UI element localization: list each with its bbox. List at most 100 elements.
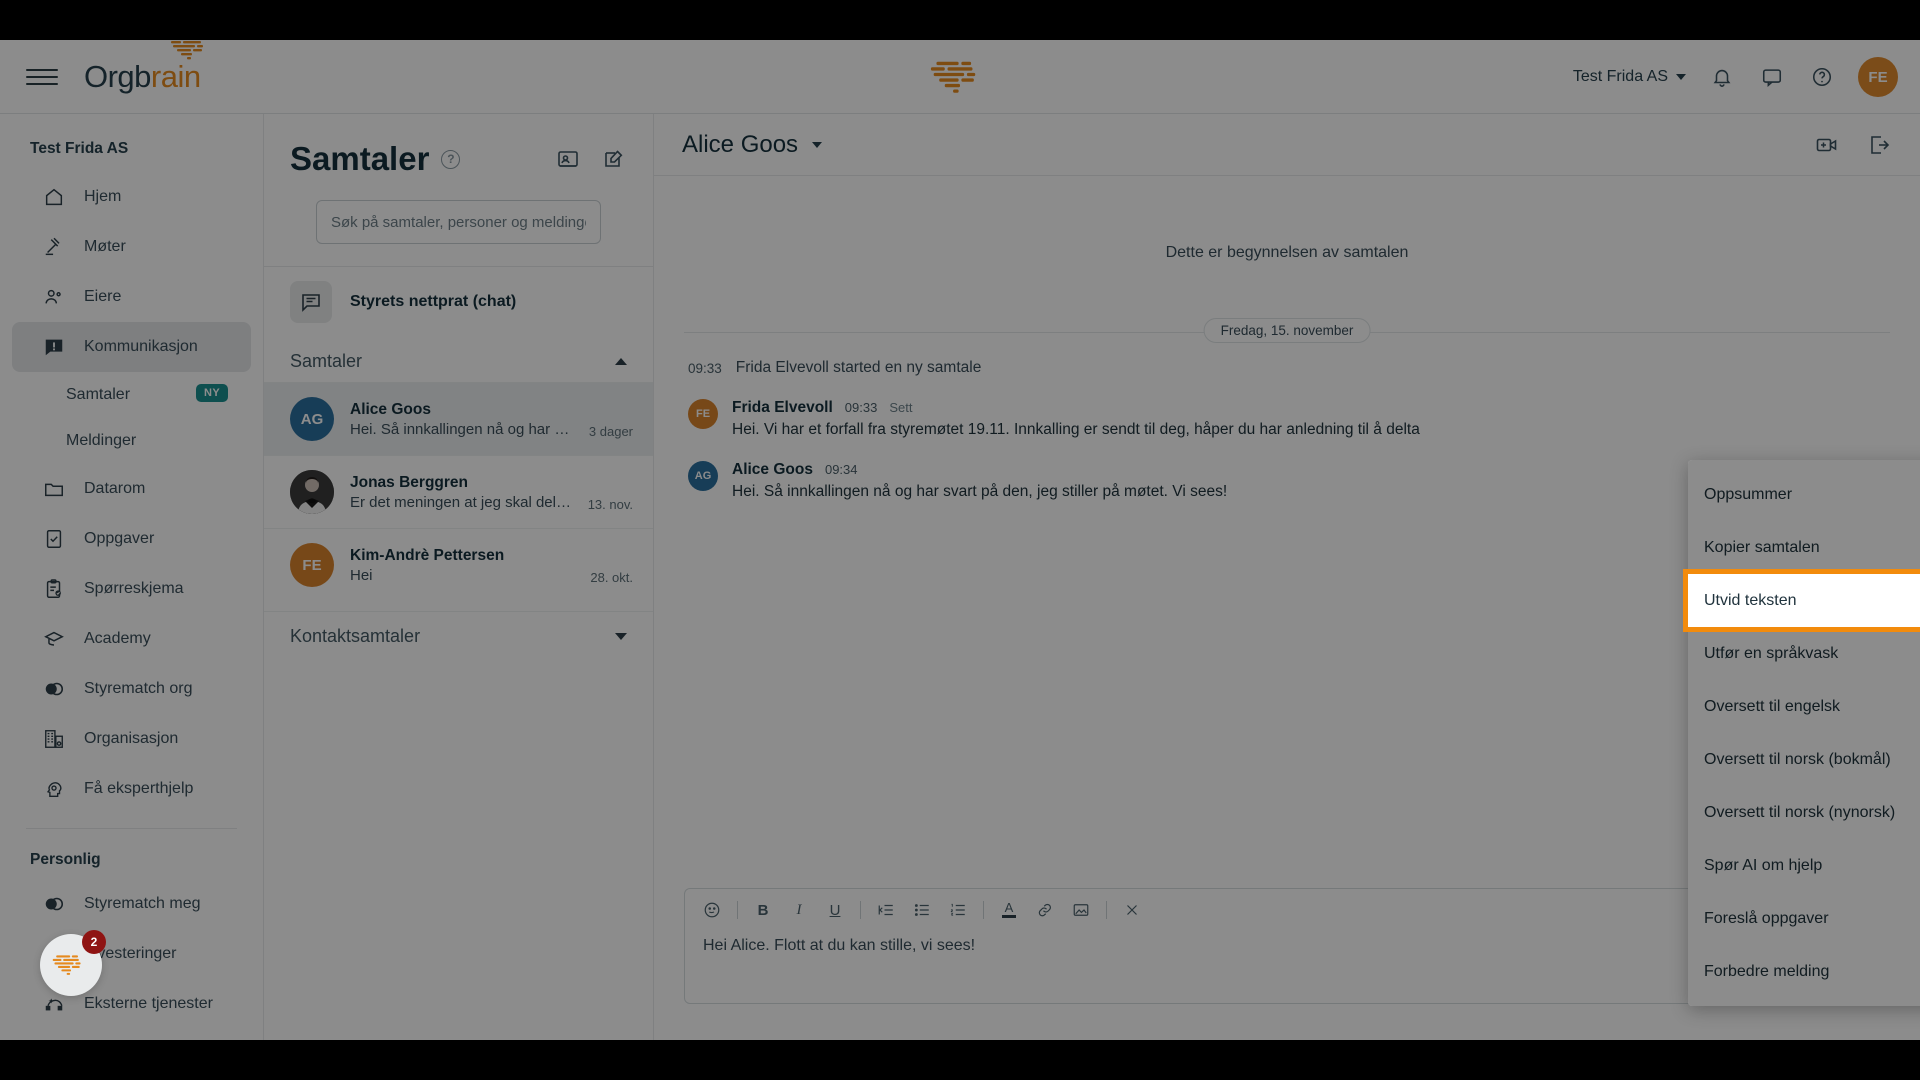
graduation-cap-icon (42, 627, 66, 651)
app-logo[interactable]: Orgbrain (84, 40, 203, 95)
sidebar-item-label: Kommunikasjon (84, 338, 198, 355)
sidebar-item-hjem[interactable]: Hjem (12, 172, 251, 222)
conversation-panel-header: Samtaler ? (264, 114, 653, 244)
bullet-list-icon[interactable] (911, 899, 933, 921)
folder-icon (42, 477, 66, 501)
emoji-icon[interactable] (701, 899, 723, 921)
orgbrain-assistant-button[interactable]: 2 (40, 930, 106, 996)
clear-format-icon[interactable] (1121, 899, 1143, 921)
sidebar-item-styrematch-meg[interactable]: Styrematch meg (12, 879, 251, 929)
hamburger-icon[interactable] (26, 61, 58, 93)
contact-card-icon[interactable] (555, 146, 581, 172)
sidebar-item-label: Organisasjon (84, 730, 179, 747)
sidebar-item-label: Oppgaver (84, 530, 155, 547)
caret-down-icon (1676, 74, 1686, 80)
sidebar-item-label: Spørreskjema (84, 580, 184, 597)
sidebar-subitem-label: Samtaler (66, 386, 131, 403)
question-mark-icon[interactable]: ? (441, 149, 461, 169)
section-samtaler[interactable]: Samtaler (264, 337, 653, 382)
menu-item-oppsummer[interactable]: Oppsummer (1688, 468, 1920, 521)
notification-count-badge: 2 (82, 930, 106, 954)
menu-item-kopier-samtalen[interactable]: Kopier samtalen (1688, 521, 1920, 574)
orgbrain-brain-icon (52, 955, 81, 975)
question-circle-icon[interactable] (1808, 63, 1836, 91)
menu-item-foresla-oppgaver[interactable]: Foreslå oppgaver (1688, 892, 1920, 945)
nodes-icon (42, 992, 66, 1016)
add-video-icon[interactable] (1814, 132, 1840, 158)
sidebar-org-name: Test Frida AS (30, 140, 129, 157)
sidebar-item-kommunikasjon[interactable]: Kommunikasjon (12, 322, 251, 372)
avatar-initials: AG (694, 470, 712, 482)
avatar[interactable]: FE (1858, 57, 1898, 97)
search-box[interactable] (316, 200, 601, 244)
sidebar-item-fa-eksperthjelp[interactable]: Få eksperthjelp (12, 764, 251, 814)
bold-icon[interactable]: B (752, 899, 774, 921)
conversation-preview: Hei. Så innkallingen nå og har s… (350, 420, 573, 438)
sidebar-item-styrematch-org[interactable]: Styrematch org (12, 664, 251, 714)
sidebar-item-sporreskjema[interactable]: Spørreskjema (12, 564, 251, 614)
sidebar-item-meldinger[interactable]: Meldinger (0, 418, 263, 464)
avatar: FE (290, 543, 334, 587)
indent-icon[interactable] (875, 899, 897, 921)
sidebar-item-oppgaver[interactable]: Oppgaver (12, 514, 251, 564)
menu-item-oversett-til-engelsk[interactable]: Oversett til engelsk (1688, 680, 1920, 733)
page-title: Samtaler ? (290, 140, 461, 178)
top-bar-actions: Test Frida AS FE (1573, 40, 1898, 114)
bell-icon[interactable] (1708, 63, 1736, 91)
pinned-conversation-label: Styrets nettprat (chat) (350, 293, 517, 310)
venn-circles-icon (42, 677, 66, 701)
clipboard-check-icon (42, 577, 66, 601)
search-input[interactable] (331, 213, 586, 231)
sidebar-item-academy[interactable]: Academy (12, 614, 251, 664)
menu-item-forbedre-melding[interactable]: Forbedre melding (1688, 945, 1920, 998)
message-author: Frida Elvevoll (732, 399, 833, 416)
menu-item-oversett-til-norsk-nynorsk[interactable]: Oversett til norsk (nynorsk) (1688, 786, 1920, 839)
leave-icon[interactable] (1866, 132, 1892, 158)
menu-item-utvid-teksten[interactable]: Utvid teksten (1683, 569, 1920, 632)
message-time: 09:34 (824, 462, 858, 477)
numbered-list-icon[interactable] (947, 899, 969, 921)
italic-icon[interactable]: I (788, 899, 810, 921)
chat-title[interactable]: Alice Goos (682, 131, 823, 159)
text-color-icon[interactable]: A (998, 899, 1020, 921)
link-icon[interactable] (1034, 899, 1056, 921)
sidebar-item-eiere[interactable]: Eiere (12, 272, 251, 322)
org-switcher-label: Test Frida AS (1572, 68, 1668, 85)
sidebar-item-label: Styrematch org (84, 680, 193, 697)
image-icon[interactable] (1070, 899, 1092, 921)
menu-item-label: Forbedre melding (1704, 962, 1830, 980)
conversation-timestamp: 13. nov. (587, 497, 633, 512)
sidebar-item-organisasjon[interactable]: Organisasjon (12, 714, 251, 764)
building-gear-icon (42, 727, 66, 751)
toolbar-divider (1106, 901, 1107, 919)
conversation-list-item[interactable]: Jonas Berggren Er det meningen at jeg sk… (264, 455, 653, 528)
avatar-initials: FE (302, 556, 322, 574)
pinned-conversation[interactable]: Styrets nettprat (chat) (264, 267, 653, 337)
menu-item-oversett-til-norsk-bokmal[interactable]: Oversett til norsk (bokmål) (1688, 733, 1920, 786)
conversation-name: Kim-Andrè Pettersen (350, 546, 505, 564)
compose-pencil-icon[interactable] (601, 146, 627, 172)
sidebar-item-samtaler[interactable]: Samtaler NY (0, 372, 263, 418)
menu-item-spor-ai-om-hjelp[interactable]: Spør AI om hjelp (1688, 839, 1920, 892)
sidebar-item-moter[interactable]: Møter (12, 222, 251, 272)
section-kontaktsamtaler[interactable]: Kontaktsamtaler (264, 611, 653, 657)
conversation-timestamp: 28. okt. (590, 570, 633, 585)
avatar-photo-image (290, 470, 334, 514)
conversation-list-item[interactable]: FE Kim-Andrè Pettersen Hei 28. okt. (264, 528, 653, 601)
orgbrain-brain-icon (170, 40, 203, 59)
menu-item-label: Utfør en språkvask (1704, 644, 1839, 662)
chat-bubble-icon[interactable] (1758, 63, 1786, 91)
conversation-list-item[interactable]: AG Alice Goos Hei. Så innkallingen nå og… (264, 382, 653, 455)
chevron-down-icon (615, 633, 627, 640)
sidebar-item-datarom[interactable]: Datarom (12, 464, 251, 514)
chat-lines-icon (290, 281, 332, 323)
avatar-photo (290, 470, 334, 514)
toolbar-divider (737, 901, 738, 919)
section-label: Samtaler (290, 351, 363, 371)
avatar-initials: FE (1868, 68, 1888, 86)
org-switcher[interactable]: Test Frida AS (1573, 68, 1686, 86)
underline-icon[interactable]: U (824, 899, 846, 921)
orgbrain-brain-icon (930, 61, 976, 93)
chevron-up-icon (615, 358, 627, 365)
menu-item-utfor-en-sprakvask[interactable]: Utfør en språkvask (1688, 627, 1920, 680)
